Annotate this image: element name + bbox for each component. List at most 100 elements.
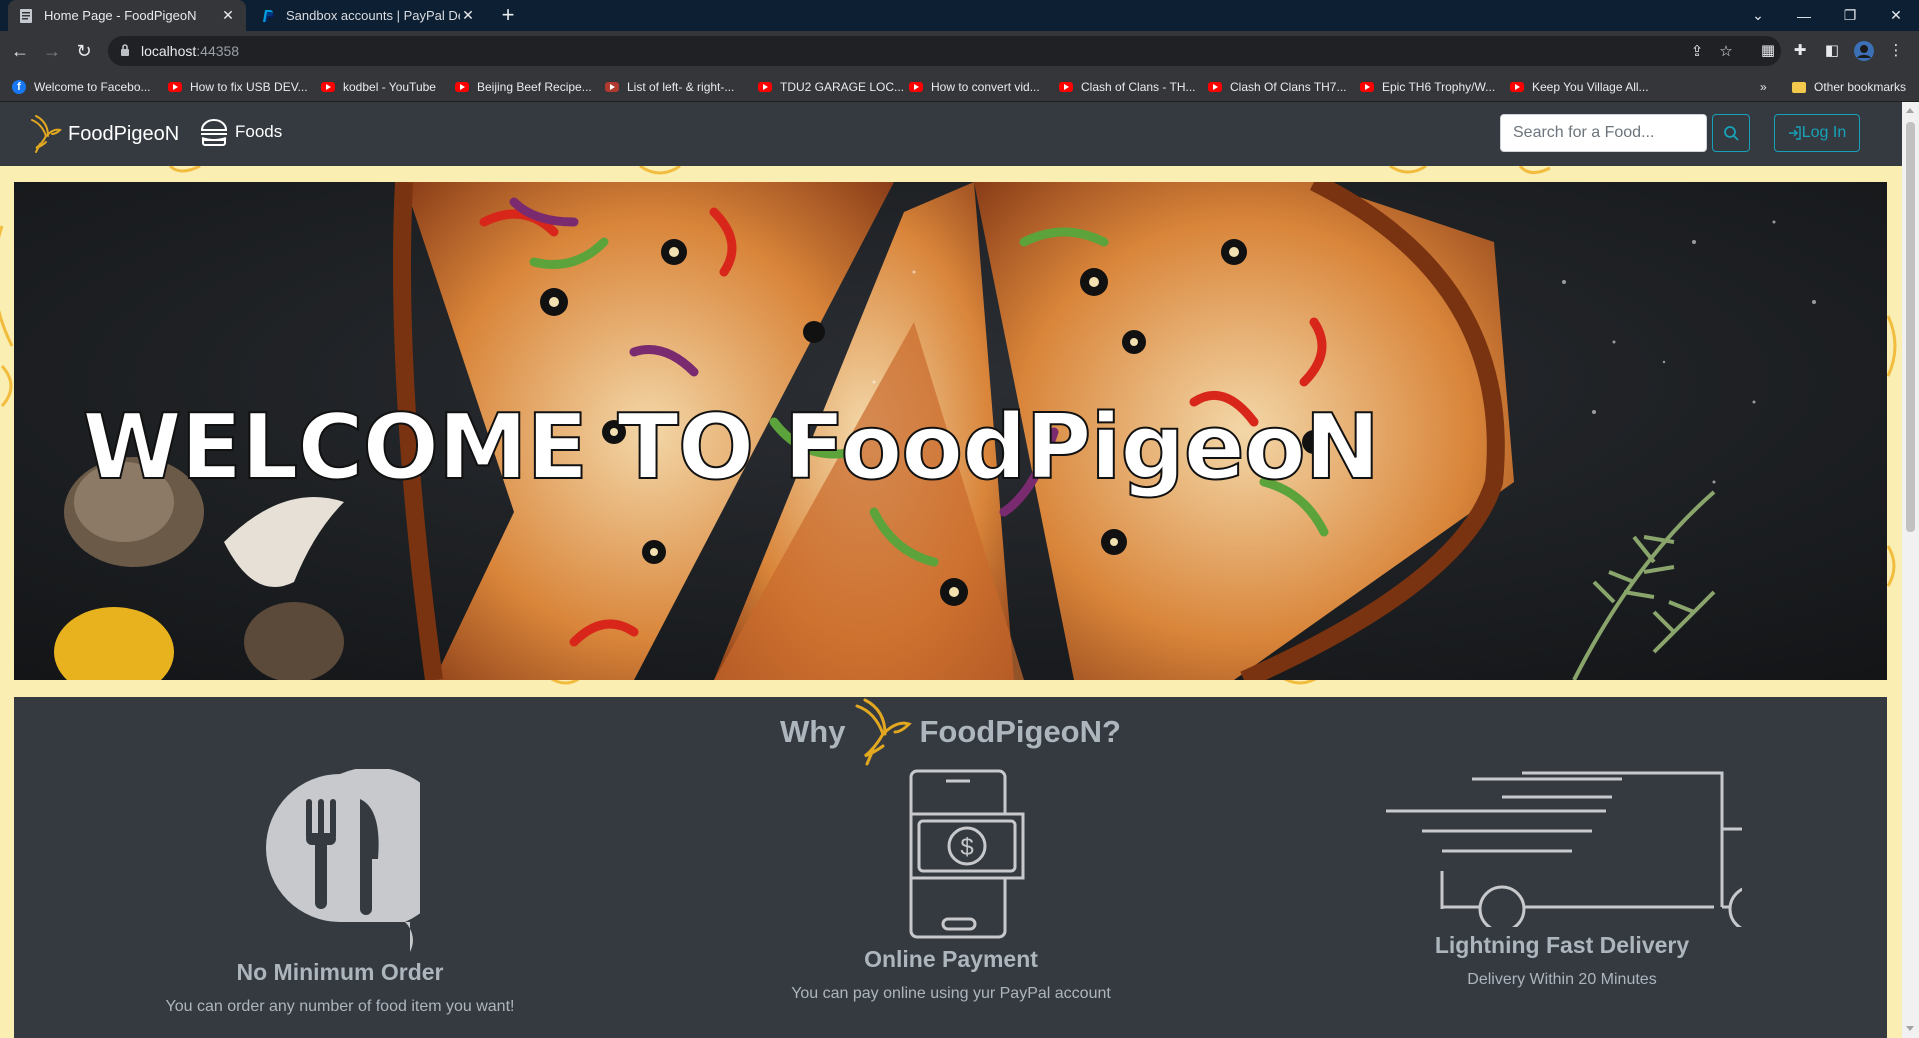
url-host: localhost — [141, 43, 197, 59]
feature-description: Delivery Within 20 Minutes — [1467, 971, 1657, 988]
browser-chrome: Home Page - FoodPigeoN ✕ Sandbox account… — [0, 0, 1919, 102]
youtube-icon — [321, 82, 335, 92]
cutlery-bubble-icon — [266, 767, 454, 952]
star-icon[interactable]: ☆ — [1716, 42, 1736, 62]
url-port: :44358 — [196, 43, 240, 59]
brand-link[interactable]: FoodPigeoN — [28, 114, 179, 154]
minimize-button[interactable]: — — [1781, 0, 1827, 31]
why-prefix: Why — [780, 714, 846, 749]
address-bar[interactable]: localhost:44358 ⇪ ☆ — [108, 36, 1781, 66]
bookmark-item[interactable]: Beijing Beef Recipe... — [455, 77, 592, 97]
hero-banner: WELCOME TO FoodPigeoN — [14, 182, 1887, 680]
page-viewport: FoodPigeoN Foods Log In — [0, 102, 1902, 1038]
bookmark-label: Clash Of Clans TH7... — [1230, 80, 1347, 94]
bookmark-label: List of left- & right-... — [627, 80, 735, 94]
restore-button[interactable]: ❐ — [1827, 0, 1873, 31]
bookmark-item[interactable]: Clash of Clans - TH... — [1059, 77, 1195, 97]
youtube-icon — [1208, 82, 1222, 92]
pigeon-logo-icon — [855, 698, 913, 766]
why-section: Why FoodPigeoN? No Minimum Order You can… — [14, 697, 1887, 1038]
avatar[interactable] — [1853, 40, 1875, 62]
youtube-icon — [455, 82, 469, 92]
delivery-truck-icon — [1386, 771, 1809, 933]
search-input[interactable] — [1500, 114, 1707, 152]
tab-title: Sandbox accounts | PayPal Developer — [286, 8, 460, 23]
bookmark-item[interactable]: f Welcome to Facebo... — [12, 77, 151, 97]
close-window-button[interactable]: ✕ — [1873, 0, 1919, 31]
page-icon — [18, 8, 34, 24]
side-panel-icon[interactable]: ◧ — [1821, 40, 1843, 62]
foods-nav-link[interactable]: Foods — [198, 116, 282, 148]
svg-text:$: $ — [960, 834, 973, 861]
foods-label: Foods — [235, 122, 283, 141]
bookmark-item[interactable]: How to convert vid... — [909, 77, 1040, 97]
feature-online-payment: $ Online Payment You can pay online usin… — [671, 769, 1231, 1003]
paypal-icon — [260, 8, 276, 24]
youtube-icon — [1360, 82, 1374, 92]
lock-icon[interactable] — [120, 43, 130, 62]
page-scrollbar[interactable] — [1902, 102, 1919, 1038]
new-tab-button[interactable]: + — [496, 4, 520, 28]
menu-icon[interactable]: ⋮ — [1885, 40, 1907, 62]
brand-name: FoodPigeoN — [68, 122, 180, 145]
feature-no-minimum-order: No Minimum Order You can order any numbe… — [60, 767, 620, 1016]
login-button[interactable]: Log In — [1774, 114, 1860, 152]
feature-description: You can order any number of food item yo… — [165, 998, 515, 1015]
bookmark-item[interactable]: kodbel - YouTube — [321, 77, 436, 97]
youtube-icon — [758, 82, 772, 92]
bookmarks-bar: f Welcome to Facebo... How to fix USB DEV… — [0, 71, 1919, 102]
bookmark-label: TDU2 GARAGE LOC... — [780, 80, 905, 94]
bookmark-item[interactable]: List of left- & right-... — [605, 77, 734, 97]
bookmark-label: Welcome to Facebo... — [34, 80, 151, 94]
tab-strip: Home Page - FoodPigeoN ✕ Sandbox account… — [0, 0, 1919, 31]
other-bookmarks-folder[interactable]: Other bookmarks — [1792, 77, 1906, 97]
puzzle-icon[interactable]: ✚ — [1789, 40, 1811, 62]
reload-button[interactable]: ↻ — [72, 39, 96, 63]
search-button[interactable] — [1712, 114, 1750, 152]
tab-search-icon[interactable]: ⌄ — [1735, 0, 1781, 31]
scroll-up-icon[interactable] — [1906, 108, 1914, 113]
extension-icon[interactable]: ▦ — [1757, 40, 1779, 62]
bookmark-item[interactable]: Clash Of Clans TH7... — [1208, 77, 1346, 97]
close-icon[interactable]: ✕ — [460, 7, 476, 24]
youtube-icon — [1059, 82, 1073, 92]
bookmark-label: Epic TH6 Trophy/W... — [1382, 80, 1496, 94]
pigeon-logo-icon — [31, 115, 62, 153]
tab-home-page[interactable]: Home Page - FoodPigeoN ✕ — [8, 0, 246, 31]
bookmark-item[interactable]: Keep You Village All... — [1510, 77, 1649, 97]
close-icon[interactable]: ✕ — [220, 7, 236, 24]
youtube-icon — [168, 82, 182, 92]
feature-title: Online Payment — [864, 946, 1038, 972]
site-navbar: FoodPigeoN Foods Log In — [0, 102, 1902, 166]
folder-icon — [1792, 81, 1806, 93]
bookmark-label: Clash of Clans - TH... — [1081, 80, 1196, 94]
scrollbar-thumb[interactable] — [1906, 122, 1915, 532]
tab-paypal-sandbox[interactable]: Sandbox accounts | PayPal Developer ✕ — [250, 0, 486, 31]
hero-title: WELCOME TO FoodPigeoN — [81, 394, 1381, 501]
tab-title: Home Page - FoodPigeoN — [44, 8, 197, 23]
bookmark-label: How to convert vid... — [931, 80, 1040, 94]
back-button[interactable]: ← — [8, 39, 32, 63]
bookmark-label: Other bookmarks — [1814, 80, 1907, 94]
site-icon — [605, 82, 619, 92]
bookmark-label: kodbel - YouTube — [343, 80, 436, 94]
bookmarks-overflow-button[interactable]: » — [1760, 77, 1767, 97]
bookmark-label: How to fix USB DEV... — [190, 80, 308, 94]
bookmark-item[interactable]: TDU2 GARAGE LOC... — [758, 77, 904, 97]
facebook-icon: f — [12, 80, 26, 94]
burger-icon — [200, 119, 228, 146]
bookmark-item[interactable]: How to fix USB DEV... — [168, 77, 308, 97]
login-label: Log In — [1801, 124, 1847, 141]
forward-button[interactable]: → — [40, 39, 64, 63]
overflow-label: » — [1760, 80, 1767, 94]
phone-payment-icon: $ — [909, 769, 1025, 939]
feature-title: Lightning Fast Delivery — [1434, 932, 1690, 958]
bookmark-label: Beijing Beef Recipe... — [477, 80, 592, 94]
url-text: localhost:44358 — [141, 43, 239, 59]
youtube-icon — [1510, 82, 1524, 92]
bookmark-item[interactable]: Epic TH6 Trophy/W... — [1360, 77, 1495, 97]
why-heading: Why FoodPigeoN? — [14, 697, 1887, 767]
feature-fast-delivery: Lightning Fast Delivery Delivery Within … — [1282, 769, 1842, 989]
scroll-down-icon[interactable] — [1906, 1026, 1914, 1031]
share-icon[interactable]: ⇪ — [1687, 42, 1707, 62]
